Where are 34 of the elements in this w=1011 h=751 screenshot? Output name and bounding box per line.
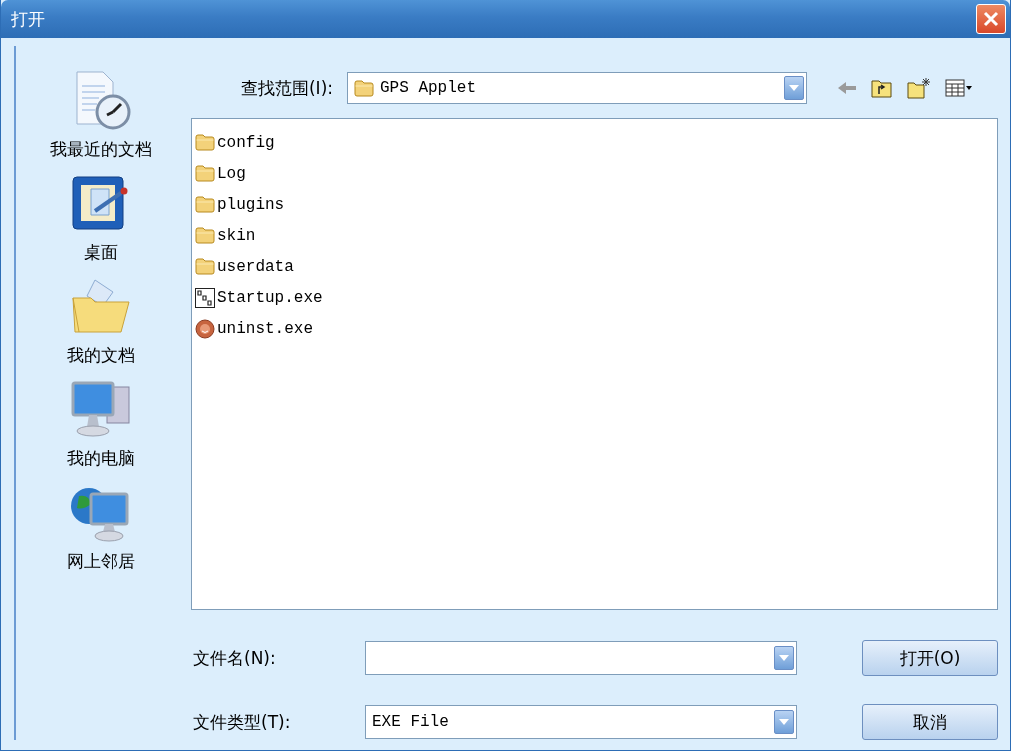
folder-icon: [195, 227, 215, 244]
file-item[interactable]: skin: [195, 220, 994, 251]
file-type-dropdown[interactable]: EXE File: [365, 705, 797, 739]
file-item[interactable]: plugins: [195, 189, 994, 220]
places-item[interactable]: 网上邻居: [62, 478, 139, 575]
cancel-button[interactable]: 取消: [862, 704, 998, 740]
file-type-label: 文件类型(T):: [192, 710, 292, 734]
file-item[interactable]: Startup.exe: [195, 282, 994, 313]
file-item[interactable]: userdata: [195, 251, 994, 282]
folder-icon: [195, 258, 215, 275]
disc-icon: [195, 318, 215, 339]
places-item[interactable]: 我的文档: [62, 272, 139, 369]
new-folder-icon[interactable]: [907, 77, 931, 99]
look-in-label: 查找范围(I):: [240, 76, 334, 100]
places-item[interactable]: 桌面: [64, 169, 137, 266]
view-menu-icon[interactable]: [945, 78, 973, 98]
close-button[interactable]: [976, 4, 1006, 34]
close-icon: [983, 11, 999, 27]
file-name-label: 文件名(N):: [192, 646, 277, 670]
folder-icon: [195, 165, 215, 182]
file-name-dropdown[interactable]: [365, 641, 797, 675]
window-title: 打开: [11, 7, 45, 31]
file-item[interactable]: uninst.exe: [195, 313, 994, 344]
folder-icon: [195, 196, 215, 213]
folder-icon: [354, 79, 374, 97]
places-item[interactable]: 我最近的文档: [45, 66, 156, 163]
look-in-dropdown[interactable]: GPS Applet: [347, 72, 807, 104]
file-item[interactable]: Log: [195, 158, 994, 189]
back-arrow-icon[interactable]: [837, 80, 857, 96]
folder-icon: [195, 134, 215, 151]
open-button[interactable]: 打开(O): [862, 640, 998, 676]
file-item[interactable]: config: [195, 127, 994, 158]
up-folder-icon[interactable]: [871, 78, 893, 98]
places-item[interactable]: 我的电脑: [62, 375, 139, 472]
